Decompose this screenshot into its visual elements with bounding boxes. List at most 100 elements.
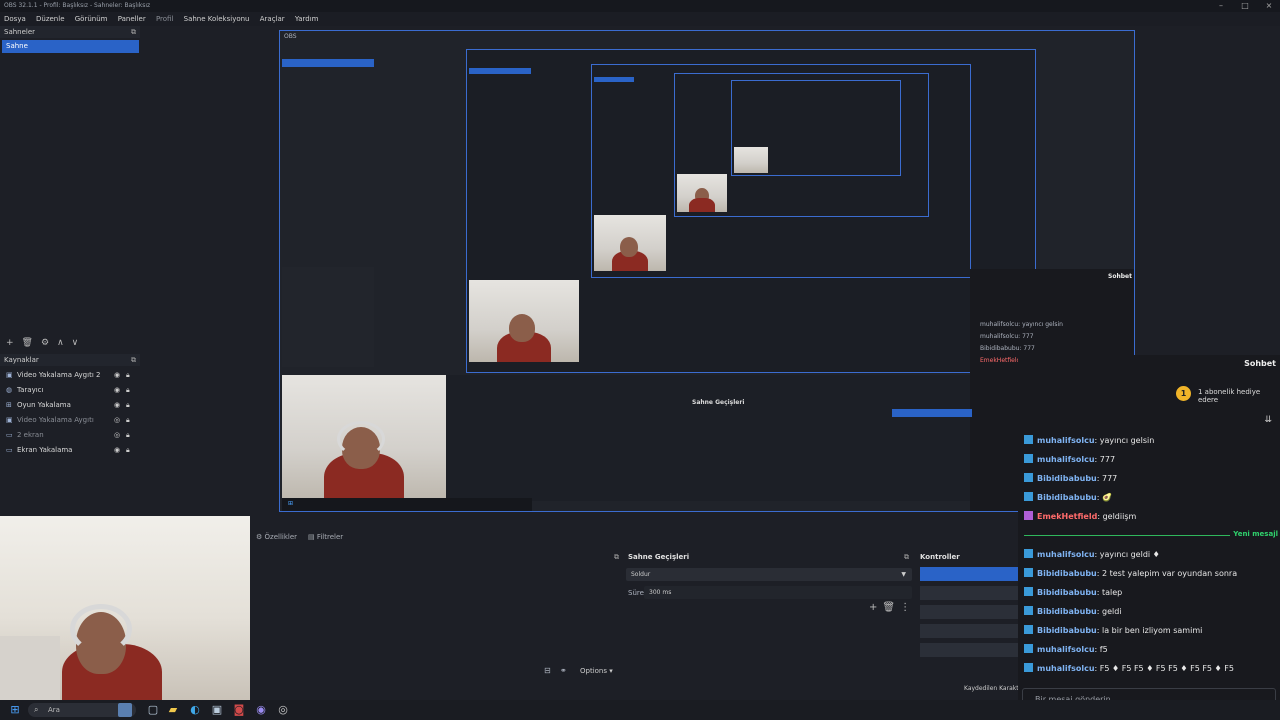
scene-filters-icon[interactable]: ⚙ — [41, 338, 49, 348]
visibility-eye-icon[interactable]: ◉ — [114, 383, 120, 398]
obs-icon[interactable]: ◎ — [276, 703, 290, 717]
status-text: Kaydedilen Karakt — [964, 685, 1019, 692]
delete-transition-icon[interactable]: 🗑 — [882, 602, 895, 613]
duration-label: Süre — [628, 589, 644, 597]
source-row[interactable]: ▭ 2 ekran ◎ 🔒︎ — [0, 428, 140, 443]
badge-icon — [1024, 625, 1033, 634]
chat-user[interactable]: muhalifsolcu — [1037, 436, 1095, 445]
monitor-icon: ▭ — [6, 446, 13, 454]
virtual-camera-button[interactable] — [920, 605, 1018, 619]
bed-shape — [0, 636, 60, 700]
chat-title: Sohbet — [1244, 359, 1276, 368]
chat-message: Bibidibabubu: geldi — [1024, 605, 1122, 619]
link-icon[interactable]: ⚭ — [560, 666, 567, 675]
windows-start-icon[interactable]: ⊞ — [8, 703, 22, 717]
source-row[interactable]: ▣ Video Yakalama Aygıtı 2 ◉ 🔒︎ — [0, 368, 140, 383]
visibility-eye-icon[interactable]: ◉ — [114, 443, 120, 458]
menu-profil[interactable]: Profil — [152, 12, 177, 26]
nested-obs-level-3 — [591, 64, 971, 278]
chat-user[interactable]: Bibidibabubu — [1037, 607, 1097, 616]
source-row[interactable]: ▣ Video Yakalama Aygıtı ◎ 🔒︎ — [0, 413, 140, 428]
scene-up-icon[interactable]: ∧ — [57, 338, 64, 348]
source-name: Tarayıcı — [17, 386, 44, 394]
source-row[interactable]: ▭ Ekran Yakalama ◉ 🔒︎ — [0, 443, 140, 458]
app-icon[interactable]: ◙ — [232, 703, 246, 717]
dock-float-icon[interactable]: ⧉ — [904, 553, 909, 562]
chat-user[interactable]: Bibidibabubu — [1037, 493, 1097, 502]
gift-badge: 1 — [1176, 386, 1191, 401]
duration-input[interactable]: 300 ms — [644, 586, 912, 599]
collapse-icon[interactable]: ⇊ — [1264, 415, 1272, 425]
nested-obs-level-2 — [466, 49, 1036, 373]
lock-icon[interactable]: 🔒︎ — [126, 383, 130, 398]
scene-down-icon[interactable]: ∨ — [72, 338, 79, 348]
nested-docks — [446, 375, 970, 501]
search-icon: ⌕ — [34, 705, 39, 714]
task-view-icon[interactable]: ▢ — [146, 703, 160, 717]
obs-window: OBS 32.1.1 - Profil: Başlıksız - Sahnele… — [0, 0, 1280, 720]
lock-icon[interactable]: 🔒︎ — [126, 398, 130, 413]
add-scene-icon[interactable]: + — [6, 338, 14, 348]
lock-icon[interactable]: 🔒︎ — [126, 368, 130, 383]
edge-browser-icon[interactable]: ◐ — [188, 703, 202, 717]
nested-chat-line: muhalifsolcu: 777 — [980, 333, 1034, 340]
scene-item[interactable]: Sahne — [2, 40, 139, 53]
chat-user[interactable]: Bibidibabubu — [1037, 569, 1097, 578]
controls-title: Kontroller — [920, 553, 960, 561]
menu-sahne-koleksiyonu[interactable]: Sahne Koleksiyonu — [180, 12, 254, 26]
chat-user[interactable]: EmekHetfield — [1037, 512, 1097, 521]
menu-gorunum[interactable]: Görünüm — [71, 12, 112, 26]
visibility-eye-icon[interactable]: ◉ — [114, 398, 120, 413]
settings-button[interactable] — [920, 643, 1018, 657]
chat-text: : la bir ben izliyom samimi — [1096, 626, 1203, 635]
chat-user[interactable]: Bibidibabubu — [1037, 626, 1097, 635]
menu-araclar[interactable]: Araçlar — [256, 12, 289, 26]
badge-icon — [1024, 568, 1033, 577]
start-recording-button[interactable] — [920, 586, 1018, 600]
lock-icon[interactable]: 🔒︎ — [126, 443, 130, 458]
badge-icon — [1024, 587, 1033, 596]
app-icon[interactable]: ◉ — [254, 703, 268, 717]
lock-icon[interactable]: 🔒︎ — [126, 428, 130, 443]
menu-dosya[interactable]: Dosya — [0, 12, 30, 26]
chat-user[interactable]: muhalifsolcu — [1037, 664, 1095, 673]
more-options-icon[interactable]: ⋮ — [900, 602, 910, 613]
chat-user[interactable]: muhalifsolcu — [1037, 550, 1095, 559]
studio-mode-button[interactable] — [920, 624, 1018, 638]
dock-float-icon[interactable]: ⧉ — [131, 356, 136, 365]
widget-icon[interactable] — [118, 703, 132, 717]
start-streaming-button[interactable] — [920, 567, 1018, 581]
visibility-eye-icon[interactable]: ◎ — [114, 428, 120, 443]
transition-select[interactable]: Soldur ▼ — [626, 568, 912, 581]
preview-canvas[interactable]: OBS Sohbet muhalifsolcu: yayıncı gelsin … — [279, 30, 1135, 512]
add-transition-icon[interactable]: + — [869, 602, 877, 613]
chat-user[interactable]: muhalifsolcu — [1037, 645, 1095, 654]
visibility-eye-icon[interactable]: ◎ — [114, 413, 120, 428]
lock-icon[interactable]: 🔒︎ — [126, 413, 130, 428]
visibility-eye-icon[interactable]: ◉ — [114, 368, 120, 383]
tab-properties[interactable]: ⚙ Özellikler — [256, 533, 297, 541]
maximize-icon[interactable]: □ — [1232, 0, 1258, 12]
chat-user[interactable]: Bibidibabubu — [1037, 588, 1097, 597]
chat-user[interactable]: Bibidibabubu — [1037, 474, 1097, 483]
tab-filters[interactable]: ▤ Filtreler — [308, 533, 343, 541]
menu-paneller[interactable]: Paneller — [114, 12, 150, 26]
chat-text: : yayıncı gelsin — [1094, 436, 1155, 445]
mixer-icon[interactable]: ⊟ — [544, 666, 551, 675]
source-row[interactable]: ⊞ Oyun Yakalama ◉ 🔒︎ — [0, 398, 140, 413]
file-explorer-icon[interactable]: ▰ — [166, 703, 180, 717]
store-icon[interactable]: ▣ — [210, 703, 224, 717]
chat-user[interactable]: muhalifsolcu — [1037, 455, 1095, 464]
source-row[interactable]: ◍ Tarayıcı ◉ 🔒︎ — [0, 383, 140, 398]
close-icon[interactable]: × — [1256, 0, 1280, 12]
minimize-icon[interactable]: – — [1208, 0, 1234, 12]
chat-text: : 777 — [1096, 474, 1118, 483]
delete-scene-icon[interactable]: 🗑 — [22, 338, 33, 348]
menu-yardim[interactable]: Yardım — [291, 12, 323, 26]
dock-float-icon[interactable]: ⧉ — [614, 553, 619, 562]
monitor-icon: ▭ — [6, 431, 13, 439]
nested-scene-highlight — [594, 77, 634, 82]
dock-float-icon[interactable]: ⧉ — [131, 28, 136, 37]
options-button[interactable]: Options ▾ — [580, 667, 613, 675]
menu-duzenle[interactable]: Düzenle — [32, 12, 69, 26]
